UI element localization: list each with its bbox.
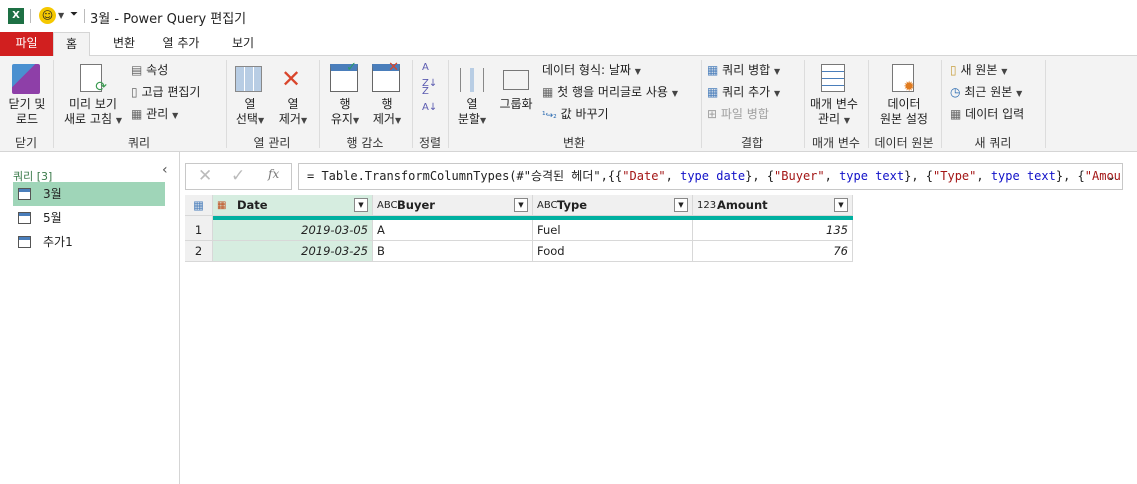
formula-buttons: ✕ ✓ fx xyxy=(185,163,292,190)
parameters-icon xyxy=(821,64,845,92)
row-number: 1 xyxy=(185,220,213,241)
properties-icon: ▤ xyxy=(131,63,143,77)
table-cell[interactable]: A xyxy=(373,220,533,241)
table-icon: ▦ xyxy=(131,107,143,121)
table-cell[interactable]: 135 xyxy=(693,220,853,241)
close-and-load-button[interactable]: 닫기 및 로드 xyxy=(4,64,50,127)
table-icon xyxy=(18,188,31,200)
tab-home[interactable]: 홈 xyxy=(53,32,90,57)
window-title: 3월 - Power Query 편집기 xyxy=(90,12,247,27)
table-cell[interactable]: 2019-03-05 xyxy=(213,220,373,241)
tab-file[interactable]: 파일 xyxy=(0,32,53,56)
enter-data-button[interactable]: ▦ 데이터 입력 xyxy=(950,106,1024,122)
sort-descending-button[interactable]: Z A↓ xyxy=(422,84,437,116)
tab-transform[interactable]: 변환 xyxy=(96,32,152,56)
merge-queries-button[interactable]: ▦ 쿼리 병합 ▼ xyxy=(707,62,780,80)
row-number: 2 xyxy=(185,241,213,262)
expand-formula-icon[interactable]: ⌄ xyxy=(1107,164,1116,189)
fx-icon[interactable]: fx xyxy=(268,167,279,181)
date-type-icon: ▦ xyxy=(217,200,227,211)
choose-columns-icon xyxy=(235,66,262,92)
refresh-icon: ⟳ xyxy=(80,64,107,95)
recent-sources-icon: ◷ xyxy=(950,85,961,99)
table-menu-button[interactable]: ▦ xyxy=(185,195,213,216)
append-queries-button[interactable]: ▦ 쿼리 추가 ▼ xyxy=(707,84,780,102)
combine-files-button: ⊞ 파일 병합 xyxy=(707,107,769,121)
filter-dropdown-icon[interactable]: ▼ xyxy=(674,198,688,212)
data-source-settings-icon: ✹ xyxy=(892,64,915,95)
ribbon: 닫기 및 로드 닫기 ⟳ 미리 보기 새로 고침 ▼ ▤ 속성 ▯ 고급 편집기… xyxy=(0,56,1137,152)
queries-pane: 쿼리 [3] ‹ 3월 5월 추가1 xyxy=(0,152,180,484)
remove-rows-icon: ✕ xyxy=(372,60,400,92)
filter-dropdown-icon[interactable]: ▼ xyxy=(354,198,368,212)
query-item-5월[interactable]: 5월 xyxy=(13,206,165,230)
remove-rows-button[interactable]: ✕ 행 제거▼ xyxy=(366,60,408,128)
query-item-3월[interactable]: 3월 xyxy=(13,182,165,206)
replace-values-icon: ¹↪₂ xyxy=(542,111,557,121)
manage-button[interactable]: ▦ 관리 ▼ xyxy=(131,106,178,124)
table-cell[interactable]: Fuel xyxy=(533,220,693,241)
use-first-row-as-headers-button[interactable]: ▦ 첫 행을 머리글로 사용 ▼ xyxy=(542,84,678,102)
manage-parameters-button[interactable]: 매개 변수 관리 ▼ xyxy=(806,64,862,128)
group-by-button[interactable]: 그룹화 xyxy=(496,64,536,112)
merge-icon: ▦ xyxy=(707,63,719,77)
query-item-추가1[interactable]: 추가1 xyxy=(13,230,165,254)
data-type-button[interactable]: 데이터 형식: 날짜 ▼ xyxy=(542,62,641,80)
keep-rows-icon: ✓ xyxy=(330,60,358,92)
advanced-editor-button[interactable]: ▯ 고급 편집기 xyxy=(131,84,200,100)
data-source-settings-button[interactable]: ✹ 데이터 원본 설정 xyxy=(870,64,938,127)
replace-values-button[interactable]: ¹↪₂ 값 바꾸기 xyxy=(542,106,609,124)
formula-input[interactable]: = Table.TransformColumnTypes(#"승격된 헤더",{… xyxy=(298,163,1123,190)
new-source-icon: ▯ xyxy=(950,63,957,77)
remove-columns-button[interactable]: ✕ 열 제거▼ xyxy=(273,64,313,128)
table-cell[interactable]: Food xyxy=(533,241,693,262)
table-icon xyxy=(18,212,31,224)
table-icon: ▦ xyxy=(542,85,554,99)
remove-columns-icon: ✕ xyxy=(281,65,302,93)
text-type-icon: ABC xyxy=(537,200,558,211)
new-source-button[interactable]: ▯ 새 원본 ▼ xyxy=(950,62,1007,80)
group-by-icon xyxy=(503,70,529,90)
recent-sources-button[interactable]: ◷ 최근 원본 ▼ xyxy=(950,84,1022,102)
number-type-icon: 123 xyxy=(697,200,717,211)
table-cell[interactable]: 2019-03-25 xyxy=(213,241,373,262)
save-icon xyxy=(12,64,40,94)
column-header-date[interactable]: ▦ Date ▼ xyxy=(213,195,373,216)
table-cell[interactable]: 76 xyxy=(693,241,853,262)
column-header-type[interactable]: ABC Type ▼ xyxy=(533,195,693,216)
split-column-icon xyxy=(460,68,484,92)
advanced-editor-icon: ▯ xyxy=(131,85,138,99)
formula-bar: ✕ ✓ fx = Table.TransformColumnTypes(#"승격… xyxy=(185,163,1123,190)
column-header-amount[interactable]: 123 Amount ▼ xyxy=(693,195,853,216)
keep-rows-button[interactable]: ✓ 행 유지▼ xyxy=(324,60,366,128)
column-header-buyer[interactable]: ABC Buyer ▼ xyxy=(373,195,533,216)
table-icon xyxy=(18,236,31,248)
excel-icon: X xyxy=(8,8,24,24)
properties-button[interactable]: ▤ 속성 xyxy=(131,62,168,78)
combine-files-icon: ⊞ xyxy=(707,107,718,121)
collapse-pane-icon[interactable]: ‹ xyxy=(162,162,168,178)
ribbon-tabs: 파일 홈 변환 열 추가 보기 xyxy=(0,32,1137,57)
filter-dropdown-icon[interactable]: ▼ xyxy=(514,198,528,212)
customize-toolbar-icon[interactable]: ⏷ xyxy=(70,9,78,20)
text-type-icon: ABC xyxy=(377,200,398,211)
smiley-icon[interactable]: ☺ xyxy=(39,7,56,24)
choose-columns-button[interactable]: 열 선택▼ xyxy=(230,64,270,128)
title-bar: X ☺ ▼ ⏷ 3월 - Power Query 편집기 xyxy=(0,0,1137,32)
filter-dropdown-icon[interactable]: ▼ xyxy=(834,198,848,212)
tab-view[interactable]: 보기 xyxy=(212,32,274,56)
tab-add-column[interactable]: 열 추가 xyxy=(150,32,212,56)
confirm-icon[interactable]: ✓ xyxy=(231,166,245,186)
append-icon: ▦ xyxy=(707,85,719,99)
split-column-button[interactable]: 열 분할▼ xyxy=(452,64,492,128)
smiley-dropdown-icon[interactable]: ▼ xyxy=(58,11,64,20)
table-icon: ▦ xyxy=(950,107,962,121)
table-cell[interactable]: B xyxy=(373,241,533,262)
refresh-preview-button[interactable]: ⟳ 미리 보기 새로 고침 ▼ xyxy=(60,64,126,128)
cancel-icon[interactable]: ✕ xyxy=(198,166,212,186)
